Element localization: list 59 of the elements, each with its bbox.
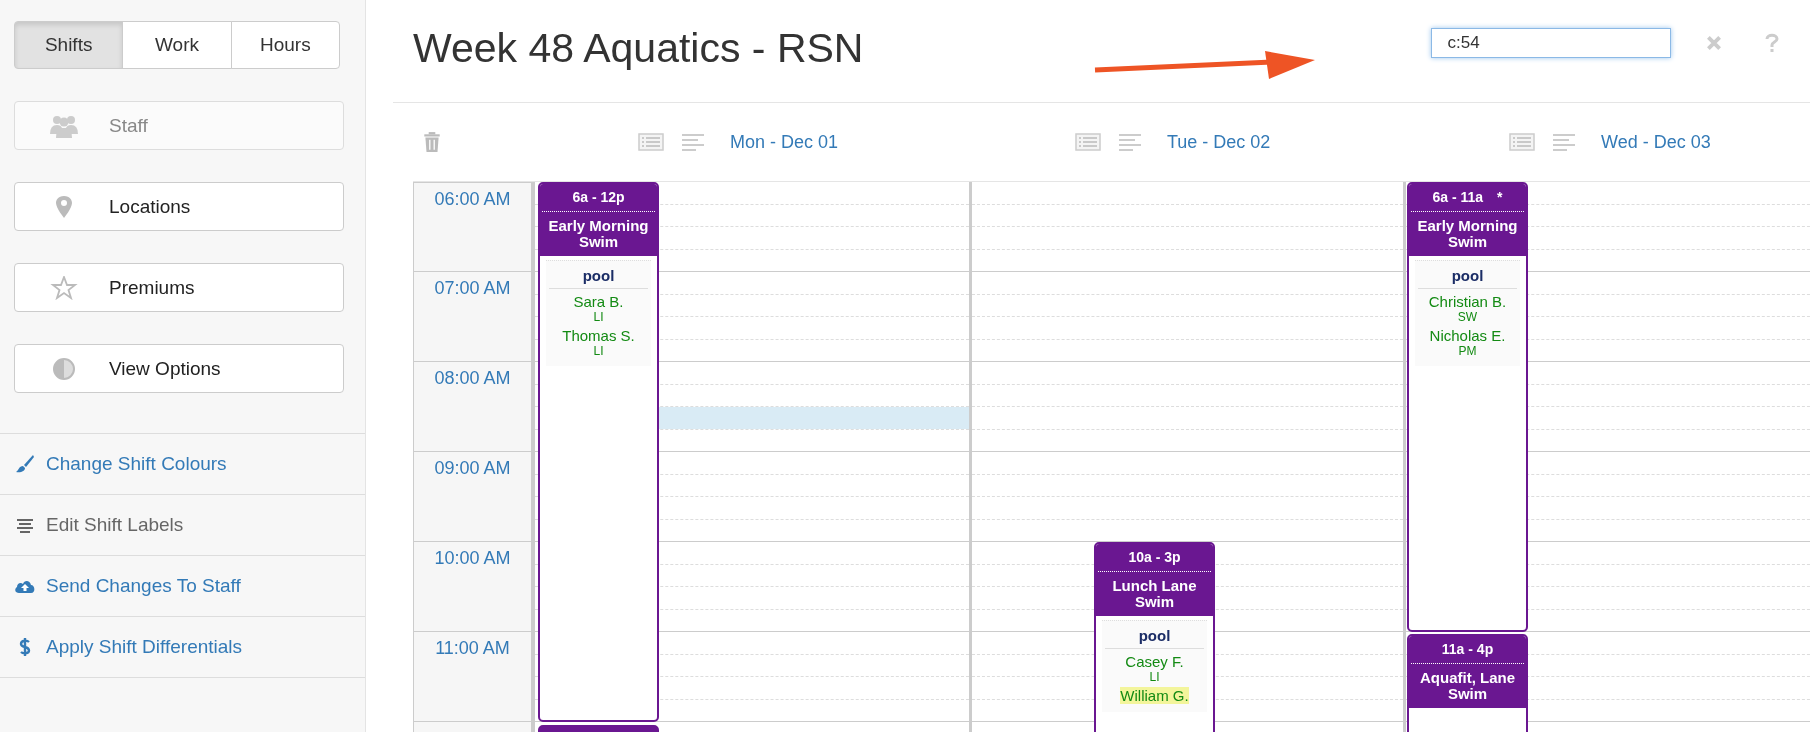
shift-title: Lunch Lane Swim bbox=[1111, 578, 1198, 610]
location-label: pool bbox=[1105, 624, 1204, 649]
align-left-icon[interactable] bbox=[680, 132, 706, 152]
time-label: 06:00 AM bbox=[434, 189, 511, 209]
staff-name: Sara B. bbox=[573, 293, 624, 310]
search-field[interactable]: c:54 bbox=[1431, 28, 1672, 58]
staff-name: Casey F. bbox=[1125, 653, 1184, 670]
staff-name: Thomas S. bbox=[562, 327, 635, 344]
time-label: 11:00 AM bbox=[435, 638, 510, 658]
day-link[interactable]: Wed - Dec 03 bbox=[1601, 131, 1711, 153]
view-tab[interactable]: Shifts bbox=[14, 21, 124, 69]
shift-title: Early Morning Swim bbox=[547, 218, 650, 250]
view-tab[interactable]: Work bbox=[122, 21, 232, 69]
page-title: Week 48 Aquatics - RSN bbox=[413, 24, 864, 73]
sidebar-link[interactable]: Change Shift Colours bbox=[0, 434, 365, 495]
shift-title: Early Morning Swim bbox=[1416, 218, 1519, 250]
staff-role: SW bbox=[1457, 310, 1478, 324]
staff-role: LI bbox=[593, 344, 604, 358]
people-icon bbox=[49, 113, 79, 138]
day-link[interactable]: Tue - Dec 02 bbox=[1167, 131, 1271, 153]
list-card-icon[interactable] bbox=[1075, 132, 1101, 152]
help-icon[interactable] bbox=[1765, 33, 1780, 53]
shift-card[interactable]: 11a - 4p Aquafit, Lane Swim bbox=[1407, 634, 1528, 732]
shift-time: 11a - 4p bbox=[1441, 641, 1494, 657]
location-label: pool bbox=[549, 264, 648, 289]
trash-icon[interactable] bbox=[423, 131, 441, 153]
brush-icon bbox=[14, 454, 36, 474]
view-tab[interactable]: Hours bbox=[230, 21, 340, 69]
staff-role: PM bbox=[1458, 344, 1477, 358]
shift-time: 6a - 12p bbox=[572, 189, 625, 205]
time-label: 08:00 AM bbox=[434, 368, 511, 388]
list-card-icon[interactable] bbox=[638, 132, 664, 152]
time-label: 10:00 AM bbox=[434, 548, 511, 568]
shift-card[interactable]: 10a - 3p Lunch Lane Swim pool Casey F. LI William G. bbox=[1094, 542, 1215, 732]
location-label: pool bbox=[1418, 264, 1517, 289]
close-icon[interactable] bbox=[1705, 34, 1724, 52]
star-icon bbox=[49, 275, 79, 300]
align-left-icon[interactable] bbox=[1551, 132, 1577, 152]
align-left-icon[interactable] bbox=[1117, 132, 1143, 152]
shift-card[interactable]: 6a - 12p Early Morning Swim pool Sara B. LI Thomas S. LI bbox=[538, 182, 659, 722]
sidebar-link[interactable]: Send Changes To Staff bbox=[0, 556, 365, 617]
shift-title: Aquafit, Lane Swim bbox=[1419, 670, 1516, 702]
day-link[interactable]: Mon - Dec 01 bbox=[730, 131, 839, 153]
sidebar-link[interactable]: Apply Shift Differentials bbox=[0, 617, 365, 678]
shift-time: 10a - 3p bbox=[1128, 549, 1181, 565]
time-label: 09:00 AM bbox=[434, 458, 511, 478]
shift-card[interactable]: 6a - 11a * Early Morning Swim pool Christian B. SW Nicholas E. PM bbox=[1407, 182, 1528, 632]
shift-marker-label: * bbox=[1497, 189, 1503, 205]
staff-name: Nicholas E. bbox=[1429, 327, 1506, 344]
staff-name: William G. bbox=[1120, 687, 1189, 704]
time-label: 07:00 AM bbox=[434, 278, 511, 298]
list-card-icon[interactable] bbox=[1509, 132, 1535, 152]
staff-role: LI bbox=[593, 310, 604, 324]
sidebar-button[interactable]: Premiums bbox=[14, 263, 344, 312]
shift-time: 6a - 11a bbox=[1432, 189, 1484, 205]
sidebar-button[interactable]: View Options bbox=[14, 344, 344, 393]
staff-role: LI bbox=[1149, 670, 1160, 684]
staff-name: Christian B. bbox=[1428, 293, 1507, 310]
sidebar-button[interactable]: Locations bbox=[14, 182, 344, 231]
